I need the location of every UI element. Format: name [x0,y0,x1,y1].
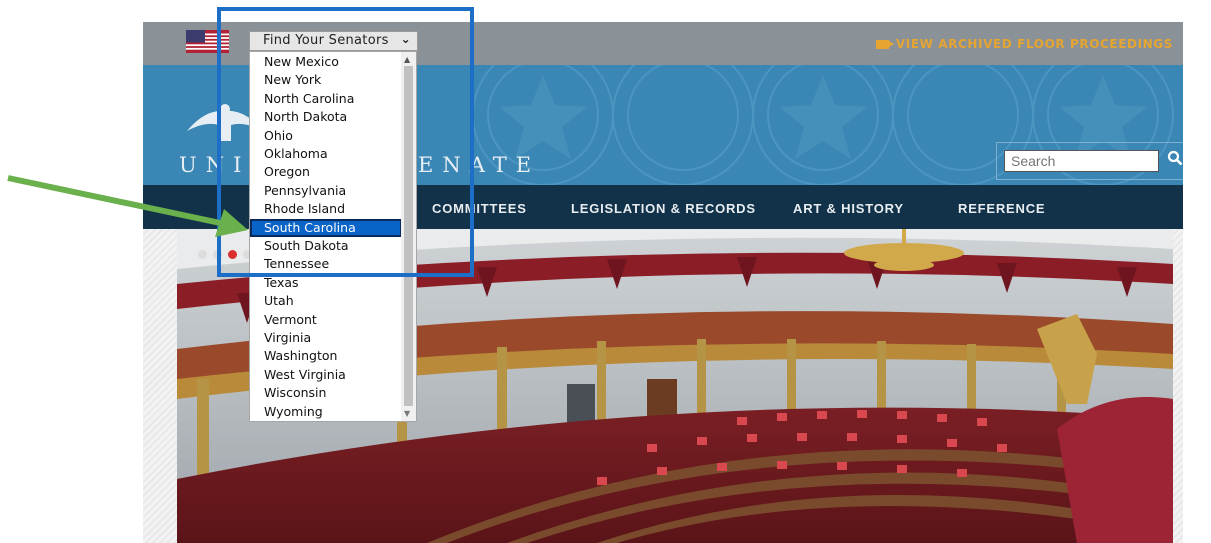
side-pattern-right [1173,229,1183,543]
search-icon[interactable] [1163,148,1183,174]
dropdown-option[interactable]: Vermont [250,311,402,329]
search-input[interactable] [1004,150,1159,172]
nav-item-art-history[interactable]: ART & HISTORY [793,201,904,216]
archived-floor-proceedings-link[interactable]: VIEW ARCHIVED FLOOR PROCEEDINGS [875,37,1173,51]
annotation-arrow-icon [7,175,248,237]
screenshot-canvas: VIEW ARCHIVED FLOOR PROCEEDINGS UNIT ENA… [0,0,1211,543]
video-camera-icon [875,39,894,49]
archived-link-label: VIEW ARCHIVED FLOOR PROCEEDINGS [895,37,1173,51]
dropdown-option[interactable]: West Virginia [250,366,402,384]
dropdown-option[interactable]: Utah [250,292,402,310]
dropdown-option[interactable]: Wisconsin [250,384,402,402]
scroll-down-icon[interactable]: ▼ [404,409,410,418]
carousel-dot[interactable] [198,250,207,259]
dropdown-option[interactable]: Washington [250,347,402,365]
nav-item-reference[interactable]: REFERENCE [958,201,1045,216]
dropdown-option[interactable]: Virginia [250,329,402,347]
dropdown-option[interactable]: Wyoming [250,403,402,421]
nav-item-legislation-records[interactable]: LEGISLATION & RECORDS [571,201,756,216]
side-pattern-left [143,229,177,543]
